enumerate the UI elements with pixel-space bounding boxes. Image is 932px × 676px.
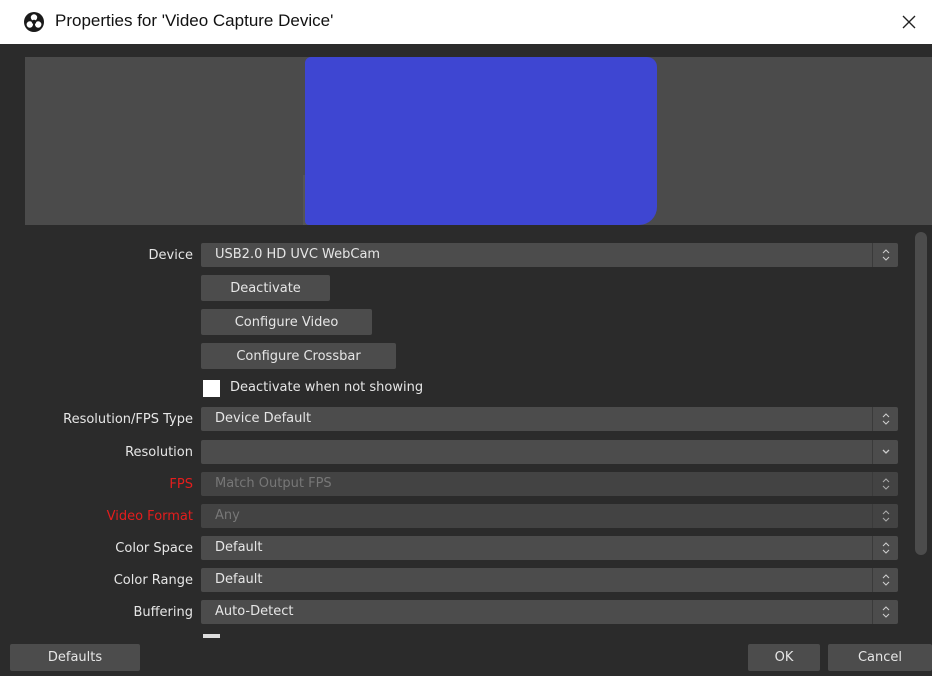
properties-scrollbar[interactable] bbox=[912, 232, 928, 638]
chevron-down-icon bbox=[872, 440, 898, 464]
updown-arrow-icon bbox=[872, 407, 898, 431]
deactivate-when-not-showing-label: Deactivate when not showing bbox=[230, 380, 424, 395]
resolution-fps-type-value: Device Default bbox=[215, 411, 312, 426]
color-space-label: Color Space bbox=[115, 541, 193, 556]
device-select[interactable]: USB2.0 HD UVC WebCam bbox=[201, 243, 898, 267]
properties-dialog: Properties for 'Video Capture Device' De… bbox=[0, 0, 932, 676]
color-range-label: Color Range bbox=[113, 573, 193, 588]
close-icon bbox=[902, 15, 916, 29]
deactivate-button[interactable]: Deactivate bbox=[201, 275, 330, 301]
updown-arrow-icon bbox=[872, 600, 898, 624]
video-format-label: Video Format bbox=[106, 509, 193, 524]
color-range-value: Default bbox=[215, 572, 263, 587]
title-bar: Properties for 'Video Capture Device' bbox=[0, 0, 932, 44]
properties-list: Device USB2.0 HD UVC WebCam Deactivate C… bbox=[0, 232, 932, 638]
updown-arrow-icon bbox=[872, 504, 898, 528]
fps-label: FPS bbox=[169, 477, 193, 492]
updown-arrow-icon bbox=[872, 472, 898, 496]
source-preview bbox=[25, 57, 932, 225]
updown-arrow-icon bbox=[872, 568, 898, 592]
obs-logo-icon bbox=[24, 12, 44, 32]
resolution-select[interactable] bbox=[201, 440, 898, 464]
color-space-select[interactable]: Default bbox=[201, 536, 898, 560]
resolution-fps-type-label: Resolution/FPS Type bbox=[63, 412, 193, 427]
deactivate-when-not-showing-checkbox[interactable] bbox=[203, 380, 220, 397]
color-range-select[interactable]: Default bbox=[201, 568, 898, 592]
resolution-fps-type-select[interactable]: Device Default bbox=[201, 407, 898, 431]
updown-arrow-icon bbox=[872, 243, 898, 267]
configure-video-button[interactable]: Configure Video bbox=[201, 309, 372, 335]
device-select-value: USB2.0 HD UVC WebCam bbox=[215, 247, 381, 262]
device-label: Device bbox=[148, 248, 193, 263]
window-title: Properties for 'Video Capture Device' bbox=[55, 11, 334, 30]
fps-value: Match Output FPS bbox=[215, 476, 332, 491]
scrollbar-thumb[interactable] bbox=[915, 232, 927, 555]
buffering-value: Auto-Detect bbox=[215, 604, 294, 619]
ok-button[interactable]: OK bbox=[748, 644, 820, 671]
partial-checkbox[interactable] bbox=[203, 634, 220, 638]
resolution-label: Resolution bbox=[125, 445, 193, 460]
configure-crossbar-button[interactable]: Configure Crossbar bbox=[201, 343, 396, 369]
buffering-label: Buffering bbox=[133, 605, 193, 620]
preview-image bbox=[305, 57, 657, 225]
color-space-value: Default bbox=[215, 540, 263, 555]
fps-select[interactable]: Match Output FPS bbox=[201, 472, 898, 496]
close-button[interactable] bbox=[886, 0, 932, 44]
cancel-button[interactable]: Cancel bbox=[828, 644, 932, 671]
video-format-value: Any bbox=[215, 508, 240, 523]
defaults-button[interactable]: Defaults bbox=[10, 644, 140, 671]
updown-arrow-icon bbox=[872, 536, 898, 560]
buffering-select[interactable]: Auto-Detect bbox=[201, 600, 898, 624]
video-format-select[interactable]: Any bbox=[201, 504, 898, 528]
